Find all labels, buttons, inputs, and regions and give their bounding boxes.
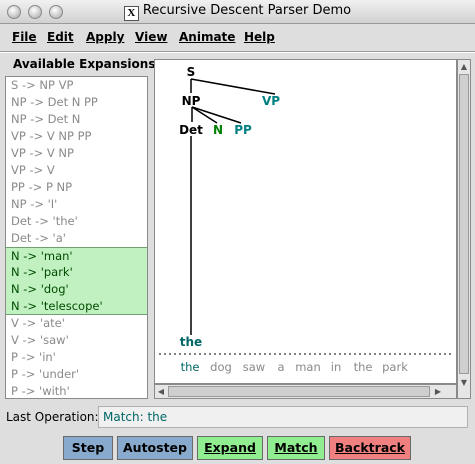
window-title: Recursive Descent Parser Demo: [142, 3, 352, 18]
expansion-item[interactable]: NP -> Det N: [6, 111, 147, 128]
last-operation-label: Last Operation:: [6, 410, 99, 424]
menu-help[interactable]: Help: [244, 30, 275, 44]
expansions-title: Available Expansions: [13, 57, 156, 71]
scroll-up-icon[interactable]: ▲: [458, 60, 470, 73]
expansion-item[interactable]: VP -> V NP PP: [6, 128, 147, 145]
menu-apply[interactable]: Apply: [86, 30, 124, 44]
parse-tree-canvas[interactable]: S NP VP Det N PP the the dog saw a man in the p…: [154, 59, 457, 384]
scroll-left-icon[interactable]: ◀: [155, 385, 167, 398]
expansion-item[interactable]: N -> 'man': [6, 247, 147, 264]
x11-logo-icon: X: [123, 6, 139, 21]
edge-np-n: [191, 106, 218, 124]
app-window: X Recursive Descent Parser Demo File Edit…: [0, 0, 475, 464]
node-s[interactable]: S: [187, 65, 196, 79]
window-title-group: X Recursive Descent Parser Demo: [0, 3, 475, 21]
sentence-word: man: [295, 360, 321, 374]
menu-view[interactable]: View: [135, 30, 167, 44]
horizontal-scrollbar[interactable]: ◀ ▶: [154, 384, 457, 399]
expansion-item[interactable]: N -> 'telescope': [6, 298, 147, 315]
leaf-the[interactable]: the: [180, 335, 202, 349]
sentence-word: a: [277, 360, 284, 374]
vertical-scrollbar[interactable]: ▲ ▼: [457, 59, 471, 399]
step-button[interactable]: Step: [63, 436, 113, 460]
node-n[interactable]: N: [213, 123, 223, 137]
expansion-item[interactable]: Det -> 'the': [6, 213, 147, 230]
node-np[interactable]: NP: [182, 94, 201, 108]
expansions-list[interactable]: S -> NP VP NP -> Det N PP NP -> Det N VP ->…: [5, 76, 148, 399]
expansion-item[interactable]: N -> 'park': [6, 264, 147, 281]
edge-s-vp: [190, 78, 276, 95]
node-vp[interactable]: VP: [262, 94, 280, 108]
backtrack-button[interactable]: Backtrack: [329, 436, 411, 460]
sentence-word: park: [382, 360, 408, 374]
last-operation-field: Match: the: [98, 406, 468, 428]
match-button[interactable]: Match: [267, 436, 325, 460]
sentence-word: in: [331, 360, 341, 374]
node-det[interactable]: Det: [179, 123, 203, 137]
sentence-word: the: [354, 360, 373, 374]
expansion-item[interactable]: P -> 'in': [6, 349, 147, 366]
expansion-item[interactable]: VP -> V NP: [6, 145, 147, 162]
menu-edit[interactable]: Edit: [47, 30, 74, 44]
expansion-item[interactable]: PP -> P NP: [6, 179, 147, 196]
expansion-item[interactable]: S -> NP VP: [6, 77, 147, 94]
menu-animate[interactable]: Animate: [179, 30, 235, 44]
vertical-scroll-thumb[interactable]: [459, 74, 469, 374]
menu-file[interactable]: File: [12, 30, 37, 44]
scroll-down-icon[interactable]: ▼: [458, 376, 470, 389]
edge-np-pp: [191, 106, 242, 124]
expansion-item[interactable]: VP -> V: [6, 162, 147, 179]
expansion-item[interactable]: NP -> 'I': [6, 196, 147, 213]
scroll-right-icon[interactable]: ▶: [432, 385, 444, 398]
parse-tree-svg: S NP VP Det N PP the the dog saw a man in the p…: [159, 65, 454, 374]
expansion-item[interactable]: NP -> Det N PP: [6, 94, 147, 111]
sentence-word: dog: [210, 360, 232, 374]
expansion-item[interactable]: V -> 'ate': [6, 315, 147, 332]
node-pp[interactable]: PP: [234, 123, 252, 137]
sentence-word: the: [181, 360, 200, 374]
horizontal-scroll-thumb[interactable]: [168, 386, 430, 397]
sentence-word: saw: [243, 360, 265, 374]
expansion-item[interactable]: V -> 'saw': [6, 332, 147, 349]
menu-divider: [0, 51, 475, 53]
autostep-button[interactable]: Autostep: [117, 436, 193, 460]
sentence-words: the dog saw a man in the park: [181, 360, 409, 374]
expansion-item[interactable]: P -> 'under': [6, 366, 147, 383]
expansion-item[interactable]: P -> 'with': [6, 383, 147, 398]
expansion-item[interactable]: Det -> 'a': [6, 230, 147, 247]
expand-button[interactable]: Expand: [197, 436, 263, 460]
menu-bar: File Edit Apply View Animate Help: [0, 26, 475, 50]
title-bar: X Recursive Descent Parser Demo: [0, 0, 475, 24]
expansion-item[interactable]: N -> 'dog': [6, 281, 147, 298]
